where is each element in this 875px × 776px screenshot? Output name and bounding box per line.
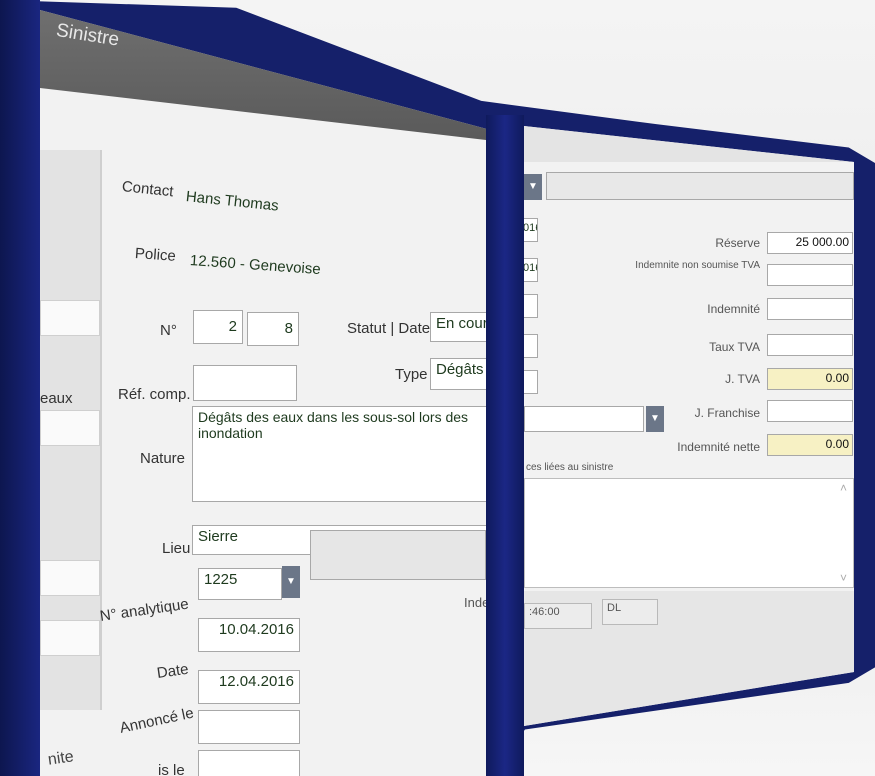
side-text-fragment: nite — [46, 748, 75, 769]
date-fragment-field[interactable]: 016 — [524, 258, 538, 282]
type-field[interactable]: Dégâts de — [430, 358, 486, 390]
indemnite-nette-field: 0.00 — [767, 434, 853, 456]
pieces-label: ces liées au sinistre — [526, 462, 614, 473]
top-combo-field[interactable] — [546, 172, 854, 200]
indemnite-nette-label: Indemnité nette — [677, 440, 760, 454]
type-label: Type — [395, 366, 428, 383]
reserve-label: Réserve — [715, 236, 760, 250]
partial-field-2[interactable] — [198, 750, 300, 776]
indemnite-label: Indemnité — [707, 302, 760, 316]
police-value: 12.560 - Genevoise — [189, 252, 322, 279]
chevron-down-icon[interactable]: ˅ — [840, 571, 847, 585]
pieces-memo[interactable]: ˄ ˅ — [524, 478, 854, 588]
combo-field[interactable] — [524, 406, 644, 432]
analytique-label: N° analytique — [98, 595, 190, 625]
time-field: :46:00 — [524, 603, 592, 629]
indemnite-fragment: Inde — [464, 595, 486, 610]
bezel-divider — [486, 115, 524, 776]
chevron-down-icon[interactable]: ▼ — [524, 174, 542, 200]
taux-tva-field[interactable] — [767, 334, 853, 356]
j-franchise-label: J. Franchise — [694, 406, 760, 420]
annonce-field[interactable]: 12.04.2016 — [198, 670, 300, 704]
chevron-up-icon[interactable]: ˄ — [840, 481, 847, 495]
numero-label: N° — [160, 322, 177, 339]
side-field[interactable] — [40, 560, 100, 596]
ref-comp-field[interactable] — [193, 365, 297, 401]
taux-tva-label: Taux TVA — [709, 340, 760, 354]
indemnite-non-soumise-field[interactable] — [767, 264, 853, 286]
side-text-fragment: eaux — [40, 390, 73, 407]
display-stage: Sinistre eaux nite Contact Hans Thomas P… — [0, 0, 875, 776]
nature-textarea[interactable]: Dégâts des eaux dans les sous-sol lors d… — [192, 406, 486, 502]
numero-field-1[interactable]: 2 — [193, 310, 243, 344]
contact-label: Contact — [121, 178, 175, 201]
indemnite-field[interactable] — [767, 298, 853, 320]
j-tva-field: 0.00 — [767, 368, 853, 390]
fragment-field[interactable] — [524, 334, 538, 358]
side-field[interactable] — [40, 300, 100, 336]
user-field: DL — [602, 599, 658, 625]
analytique-field[interactable]: 1225 — [198, 568, 282, 600]
chevron-down-icon[interactable]: ▼ — [646, 406, 664, 432]
analytique-description — [310, 530, 486, 580]
left-screen: Sinistre eaux nite Contact Hans Thomas P… — [40, 10, 486, 776]
date-fragment-field[interactable]: 016 — [524, 218, 538, 242]
j-tva-label: J. TVA — [725, 372, 760, 386]
side-field[interactable] — [40, 620, 100, 656]
indemnite-non-soumise-label: Indemnite non soumise TVA — [635, 260, 760, 271]
fragment-field[interactable] — [524, 370, 538, 394]
right-screen: ▼ 016 016 Réserve 25 000.00 Indemnite no… — [524, 126, 854, 726]
police-label: Police — [134, 245, 177, 265]
lieu-label: Lieu — [162, 540, 191, 557]
partial-label: is le — [158, 762, 185, 776]
ref-comp-label: Réf. comp. — [118, 386, 191, 403]
j-franchise-field[interactable] — [767, 400, 853, 422]
bezel-edge — [0, 0, 40, 776]
side-field[interactable] — [40, 410, 100, 446]
reserve-field[interactable]: 25 000.00 — [767, 232, 853, 254]
date-field[interactable]: 10.04.2016 — [198, 618, 300, 652]
statut-label: Statut | Date — [347, 320, 431, 337]
contact-value: Hans Thomas — [185, 188, 280, 215]
fragment-field[interactable] — [524, 294, 538, 318]
date-label: Date — [155, 660, 190, 682]
statut-field[interactable]: En cours — [430, 312, 486, 342]
partial-field[interactable] — [198, 710, 300, 744]
side-panel — [40, 150, 102, 710]
nature-label: Nature — [140, 450, 186, 467]
annonce-label: Annoncé le — [118, 704, 196, 737]
chevron-down-icon[interactable]: ▼ — [282, 566, 300, 598]
numero-field-2[interactable]: 8 — [247, 312, 299, 346]
